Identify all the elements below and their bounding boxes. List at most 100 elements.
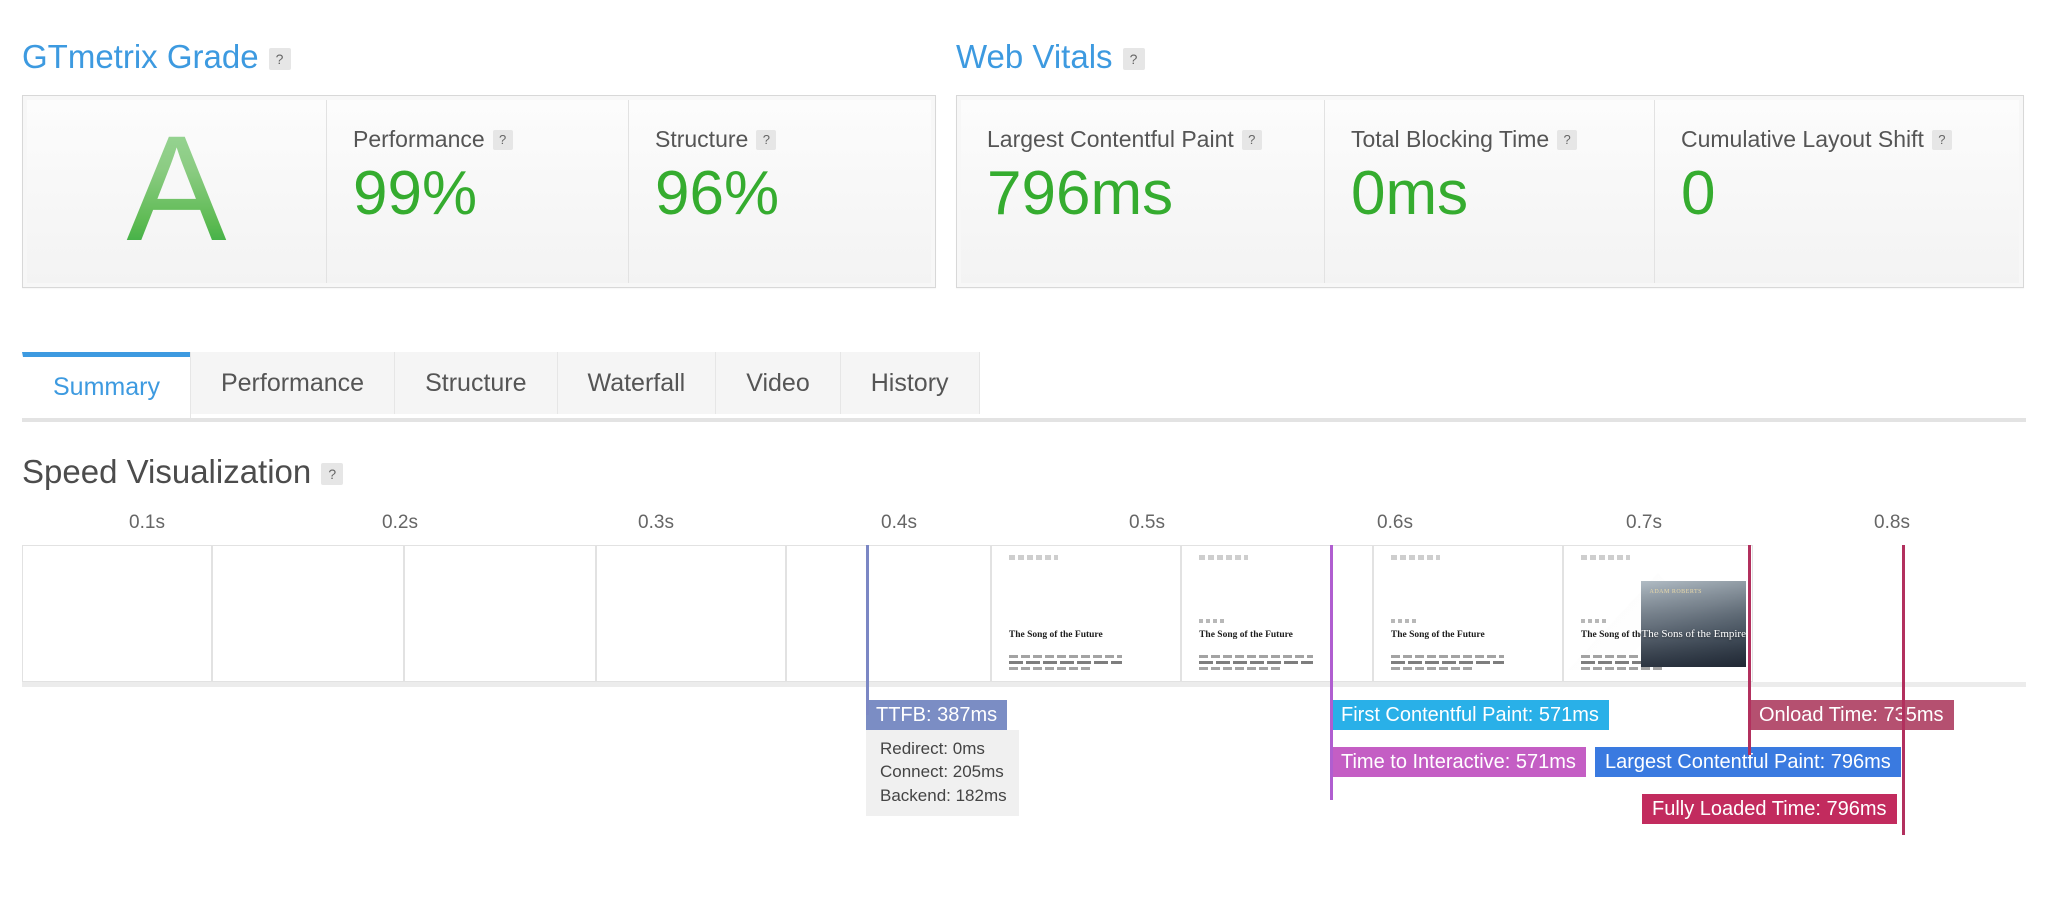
frame-page-preview — [23, 546, 211, 681]
ttfb-breakdown-row: Backend: 182ms — [880, 785, 1007, 805]
lcp-value: 796ms — [987, 159, 1174, 228]
frame-page-preview: The Song of the Future — [1374, 546, 1562, 681]
help-icon-structure[interactable]: ? — [756, 129, 777, 150]
axis-tick: 0.6s — [1377, 512, 1413, 533]
tab-waterfall[interactable]: Waterfall — [556, 352, 717, 414]
help-icon-performance[interactable]: ? — [492, 129, 513, 150]
help-icon-tbt[interactable]: ? — [1557, 129, 1578, 150]
event-badge-fully-loaded-time[interactable]: Fully Loaded Time: 796ms — [1642, 794, 1897, 824]
gtmetrix-grade-title: GTmetrix Grade — [22, 38, 259, 75]
tab-structure-label: Structure — [425, 368, 527, 397]
performance-card: Performance ? 99% — [327, 100, 629, 283]
structure-label: Structure — [655, 126, 749, 152]
preview-book-cover-image: ADAM ROBERTS The Sons of the Empire — [1641, 581, 1747, 668]
grade-card: A — [27, 100, 327, 283]
preview-body-text — [1008, 655, 1122, 673]
tab-performance[interactable]: Performance — [189, 352, 396, 414]
preview-cover-title: The Sons of the Empire — [1641, 627, 1746, 640]
tab-video-label: Video — [746, 368, 810, 397]
tab-history[interactable]: History — [839, 352, 980, 414]
filmstrip-frame[interactable] — [786, 545, 991, 682]
preview-site-logo — [1390, 555, 1440, 561]
structure-label-row: Structure ? — [655, 126, 931, 153]
axis-tick: 0.4s — [881, 512, 917, 533]
tab-video[interactable]: Video — [715, 352, 841, 414]
performance-value: 99% — [353, 159, 478, 228]
ttfb-breakdown-row: Redirect: 0ms — [880, 739, 985, 758]
event-badge-first-contentful-paint[interactable]: First Contentful Paint: 571ms — [1331, 700, 1609, 730]
lcp-card: Largest Contentful Paint ? 796ms — [961, 100, 1325, 283]
help-icon-web-vitals[interactable]: ? — [1122, 47, 1145, 70]
tab-waterfall-label: Waterfall — [587, 368, 686, 397]
preview-kicker — [1390, 618, 1418, 623]
gtmetrix-grade-heading: GTmetrix Grade ? — [22, 40, 291, 73]
structure-value: 96% — [655, 159, 780, 228]
axis-tick: 0.3s — [638, 512, 674, 533]
frame-page-preview — [405, 546, 595, 681]
preview-cover-author: ADAM ROBERTS — [1649, 588, 1702, 595]
tab-history-label: History — [870, 368, 949, 397]
filmstrip-frame[interactable] — [22, 545, 212, 682]
help-icon-speed-visualization[interactable]: ? — [321, 462, 344, 485]
filmstrip-frame[interactable]: The Song of the Future — [991, 545, 1181, 682]
preview-kicker — [1580, 618, 1608, 623]
preview-site-logo — [1199, 555, 1249, 561]
filmstrip-frame[interactable]: The Song of the Future — [1373, 545, 1563, 682]
web-vitals-card-group: Largest Contentful Paint ? 796ms Total B… — [956, 95, 2024, 288]
filmstrip-frame[interactable]: The Song of the Future — [1181, 545, 1373, 682]
axis-tick: 0.1s — [129, 512, 165, 533]
preview-body-text — [1390, 655, 1504, 673]
filmstrip-frame[interactable] — [596, 545, 786, 682]
help-icon-gtmetrix-grade[interactable]: ? — [268, 47, 291, 70]
tab-summary[interactable]: Summary — [22, 352, 191, 418]
event-badge-largest-contentful-paint[interactable]: Largest Contentful Paint: 796ms — [1595, 747, 1901, 777]
web-vitals-cards: Largest Contentful Paint ? 796ms Total B… — [956, 95, 2024, 288]
performance-label-row: Performance ? — [353, 126, 628, 153]
frame-page-preview — [787, 546, 990, 681]
help-icon-cls[interactable]: ? — [1931, 129, 1952, 150]
gtmetrix-grade-card-group: A Performance ? 99% Structure ? 96% — [22, 95, 936, 288]
preview-kicker — [1199, 618, 1226, 623]
ttfb-breakdown-row: Connect: 205ms — [880, 762, 1004, 782]
axis-tick: 0.2s — [382, 512, 418, 533]
web-vitals-title: Web Vitals — [956, 38, 1113, 75]
event-badge-onload-time[interactable]: Onload Time: 735ms — [1749, 700, 1954, 730]
axis-tick: 0.5s — [1129, 512, 1165, 533]
event-badge-ttfb[interactable]: TTFB: 387ms — [866, 700, 1008, 730]
grade-letter: A — [126, 103, 227, 272]
tab-summary-label: Summary — [53, 373, 160, 401]
frame-page-preview: The Song of the Future — [992, 546, 1180, 681]
preview-heading: The Song of the Future — [1008, 629, 1103, 640]
tbt-card: Total Blocking Time ? 0ms — [1325, 100, 1655, 283]
preview-site-logo — [1008, 555, 1058, 561]
tbt-value: 0ms — [1351, 159, 1469, 228]
ttfb-breakdown-tooltip: Redirect: 0ms Connect: 205ms Backend: 182m… — [866, 730, 1019, 817]
cls-value: 0 — [1681, 159, 1716, 228]
filmstrip-frame[interactable] — [404, 545, 596, 682]
structure-card: Structure ? 96% — [629, 100, 931, 283]
preview-heading: The Song of the Future — [1390, 629, 1485, 640]
filmstrip-frame[interactable] — [212, 545, 404, 682]
frame-page-preview: The Song of the FutureADAM ROBERTSThe So… — [1564, 546, 1752, 681]
help-icon-lcp[interactable]: ? — [1241, 129, 1262, 150]
speed-visualization-title: Speed Visualization — [22, 453, 312, 490]
speed-visualization-filmstrip: The Song of the Future The Song of the Fu… — [22, 545, 2026, 687]
cls-label: Cumulative Layout Shift — [1681, 126, 1924, 152]
axis-tick: 0.7s — [1626, 512, 1662, 533]
preview-body-text — [1199, 655, 1314, 673]
tbt-label: Total Blocking Time — [1351, 126, 1550, 152]
cls-card: Cumulative Layout Shift ? 0 — [1655, 100, 2019, 283]
event-badge-time-to-interactive[interactable]: Time to Interactive: 571ms — [1331, 747, 1586, 777]
lcp-label-row: Largest Contentful Paint ? — [987, 126, 1324, 153]
performance-label: Performance — [353, 126, 485, 152]
axis-tick: 0.8s — [1874, 512, 1910, 533]
tab-performance-label: Performance — [220, 368, 365, 397]
frame-page-preview — [597, 546, 785, 681]
filmstrip-frame[interactable]: The Song of the FutureADAM ROBERTSThe So… — [1563, 545, 1753, 682]
timeline-axis: 0.1s 0.2s 0.3s 0.4s 0.5s 0.6s 0.7s 0.8s — [22, 512, 2026, 538]
speed-visualization-heading: Speed Visualization ? — [22, 453, 344, 490]
report-tabs: Summary Performance Structure Waterfall … — [22, 352, 2026, 422]
lcp-label: Largest Contentful Paint — [987, 126, 1234, 152]
preview-site-logo — [1580, 555, 1630, 561]
tab-structure[interactable]: Structure — [394, 352, 558, 414]
